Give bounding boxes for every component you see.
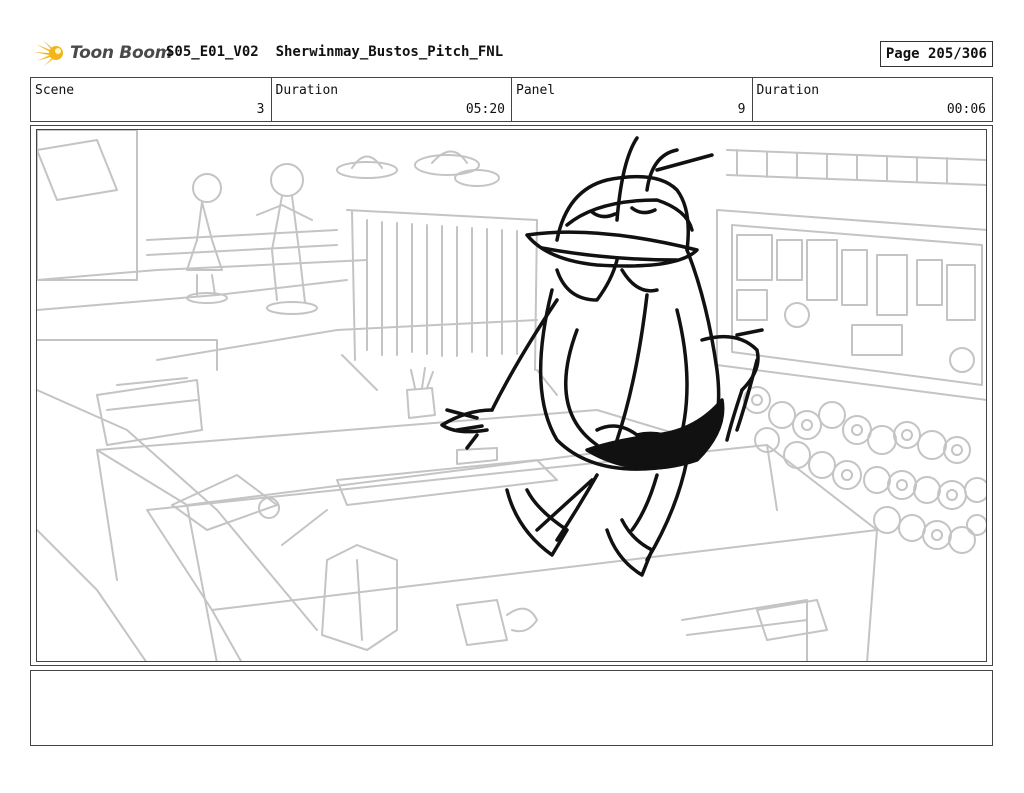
storyboard-panel-frame: [30, 125, 993, 666]
scene-duration-value: 05:20: [465, 102, 505, 117]
toon-boom-logo: Toon Boom: [34, 38, 172, 68]
scene-value: 3: [256, 102, 265, 117]
scene-cell: Scene 3: [31, 78, 272, 121]
project-title: S05_E01_V02 Sherwinmay_Bustos_Pitch_FNL: [166, 44, 504, 60]
sunburst-icon: [34, 40, 63, 66]
panel-duration-label: Duration: [756, 83, 820, 98]
character-sketch: [440, 136, 764, 577]
sketch-illustration: [37, 130, 986, 661]
panel-duration-cell: Duration 00:06: [753, 78, 993, 121]
scene-label: Scene: [35, 83, 75, 98]
panel-notes: [30, 670, 993, 746]
storyboard-drawing: [36, 129, 987, 662]
notes-text: [31, 671, 992, 683]
scene-duration-cell: Duration 05:20: [272, 78, 512, 121]
storyboard-header: Toon Boom S05_E01_V02 Sherwinmay_Bustos_…: [30, 36, 993, 70]
page-counter: Page 205/306: [879, 41, 993, 67]
panel-duration-value: 00:06: [946, 102, 986, 117]
panel-value: 9: [737, 102, 746, 117]
panel-info-row: Scene 3 Duration 05:20 Panel 9 Duration …: [30, 77, 993, 122]
panel-label: Panel: [516, 83, 556, 98]
panel-cell: Panel 9: [512, 78, 753, 121]
logo-text: Toon Boom: [70, 43, 173, 63]
background-sketch: [37, 130, 986, 661]
scene-duration-label: Duration: [275, 83, 339, 98]
